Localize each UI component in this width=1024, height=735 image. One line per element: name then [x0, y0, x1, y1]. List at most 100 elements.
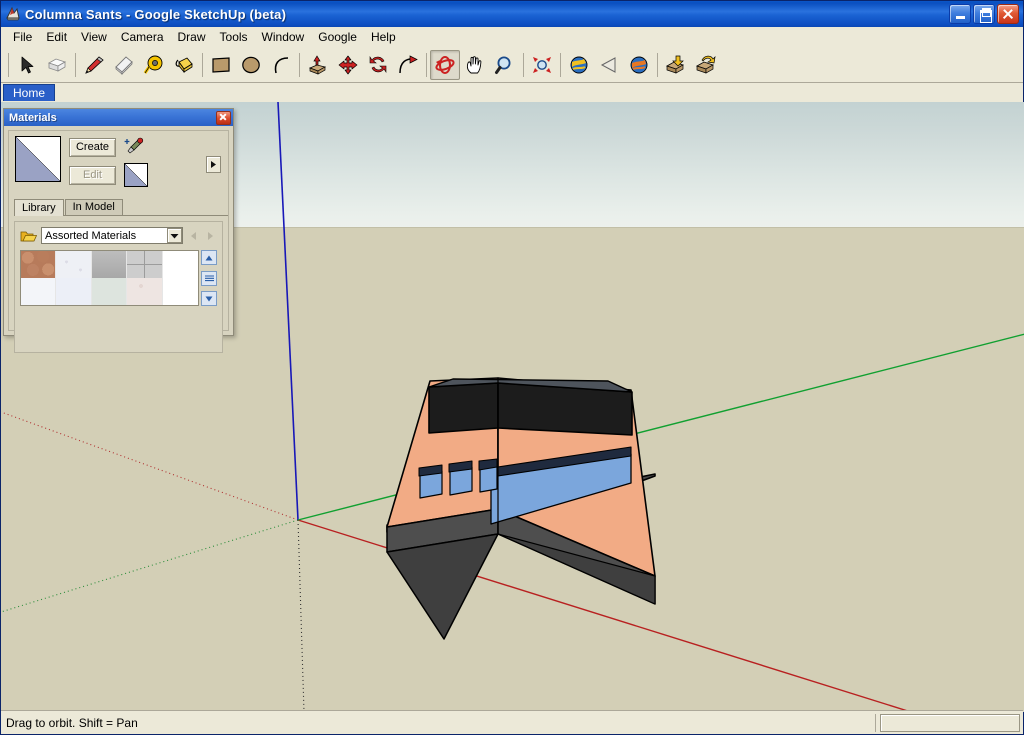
menu-window[interactable]: Window: [255, 28, 312, 46]
menu-camera[interactable]: Camera: [114, 28, 171, 46]
previous-view-tool[interactable]: [564, 50, 594, 80]
eyedropper-icon[interactable]: [124, 136, 144, 159]
orbit-tool[interactable]: [430, 50, 460, 80]
library-scrollbar[interactable]: [201, 250, 217, 306]
tapered-building-model[interactable]: [387, 378, 655, 639]
material-swatch-concrete-gray[interactable]: [92, 251, 127, 278]
material-swatch-pale-pink-stucco[interactable]: [127, 278, 162, 305]
rectangle-icon: [209, 54, 233, 76]
material-swatch-empty-slot[interactable]: [163, 251, 198, 278]
minimize-button[interactable]: [949, 4, 971, 24]
edit-material-button[interactable]: Edit: [69, 166, 116, 185]
scroll-up-arrow[interactable]: [201, 250, 217, 265]
restore-button[interactable]: [973, 4, 995, 24]
magnifier-icon: [493, 54, 517, 76]
get-models-tool[interactable]: [661, 50, 691, 80]
green-axis-negative: [1, 520, 298, 612]
menu-file[interactable]: File: [6, 28, 39, 46]
field-of-view-tool[interactable]: [594, 50, 624, 80]
arc-tool[interactable]: [266, 50, 296, 80]
follow-me-tool[interactable]: [393, 50, 423, 80]
rectangle-tool[interactable]: [206, 50, 236, 80]
material-swatch-grid[interactable]: [20, 250, 199, 306]
toolbar-separator: [202, 53, 203, 77]
rotate-tool[interactable]: [363, 50, 393, 80]
material-swatch-empty-slot-2[interactable]: [163, 278, 198, 305]
library-browser: Assorted Materials: [14, 221, 223, 353]
status-bar: Drag to orbit. Shift = Pan: [1, 710, 1023, 734]
chevron-down-icon[interactable]: [167, 228, 182, 243]
tab-in-model[interactable]: In Model: [65, 199, 123, 215]
menu-tools[interactable]: Tools: [213, 28, 255, 46]
menu-edit[interactable]: Edit: [39, 28, 74, 46]
toolbar-separator: [560, 53, 561, 77]
close-panel-button[interactable]: [216, 111, 231, 125]
tab-library[interactable]: Library: [14, 199, 64, 216]
main-toolbar: [1, 47, 1023, 83]
move-tool[interactable]: [333, 50, 363, 80]
material-swatch-brick-terracotta[interactable]: [21, 251, 56, 278]
toolbar-separator: [75, 53, 76, 77]
active-material-swatch[interactable]: [15, 136, 61, 182]
tape-measure-icon: [142, 54, 166, 76]
toolbar-separator: [657, 53, 658, 77]
collection-dropdown[interactable]: Assorted Materials: [41, 227, 183, 244]
move-cross-icon: [336, 54, 360, 76]
nav-back-arrow[interactable]: [187, 229, 200, 242]
eraser-tool[interactable]: [109, 50, 139, 80]
status-separator: [875, 714, 876, 732]
menu-google[interactable]: Google: [311, 28, 364, 46]
zoom-extents-tool[interactable]: [527, 50, 557, 80]
share-model-tool[interactable]: [691, 50, 721, 80]
next-view-tool[interactable]: [624, 50, 654, 80]
nav-forward-arrow[interactable]: [204, 229, 217, 242]
globe-orange-icon: [627, 54, 651, 76]
paint-bucket-tool[interactable]: [169, 50, 199, 80]
expand-arrow-icon[interactable]: [206, 156, 221, 173]
swatch-grid-wrap: [20, 250, 217, 306]
component-box-icon: [45, 54, 69, 76]
secondary-material-swatch[interactable]: [124, 163, 148, 187]
base-bottom-left: [387, 534, 498, 639]
scene-tab-home[interactable]: Home: [3, 84, 55, 101]
eraser-icon: [112, 54, 136, 76]
circle-tool[interactable]: [236, 50, 266, 80]
menu-draw[interactable]: Draw: [171, 28, 213, 46]
globe-yellow-icon: [567, 54, 591, 76]
material-swatch-speckled-white[interactable]: [56, 251, 91, 278]
collection-selected-value: Assorted Materials: [45, 230, 167, 242]
create-material-button[interactable]: Create: [69, 138, 116, 157]
zoom-tool[interactable]: [490, 50, 520, 80]
line-tool[interactable]: [79, 50, 109, 80]
materials-top-row: Create Edit: [9, 131, 228, 194]
push-pull-tool[interactable]: [303, 50, 333, 80]
material-swatch-pale-white[interactable]: [21, 278, 56, 305]
materials-tab-strip: Library In Model: [14, 198, 228, 216]
materials-panel-title: Materials: [9, 112, 57, 124]
material-swatch-pale-green-gray[interactable]: [92, 278, 127, 305]
menu-help[interactable]: Help: [364, 28, 403, 46]
materials-panel[interactable]: Materials Create: [3, 108, 234, 336]
scroll-thumb[interactable]: [201, 271, 217, 286]
toolbar-separator: [426, 53, 427, 77]
model-viewport[interactable]: Materials Create: [1, 102, 1024, 712]
menu-view[interactable]: View: [74, 28, 114, 46]
material-swatch-pale-blue-white[interactable]: [56, 278, 91, 305]
arc-icon: [269, 54, 293, 76]
tape-measure-tool[interactable]: [139, 50, 169, 80]
measurements-input[interactable]: [880, 714, 1020, 732]
title-bar: Columna Sants - Google SketchUp (beta): [1, 1, 1023, 27]
collection-selector-row: Assorted Materials: [20, 227, 217, 244]
make-component-tool[interactable]: [42, 50, 72, 80]
pan-tool[interactable]: [460, 50, 490, 80]
sketchup-icon: [5, 6, 21, 22]
select-tool[interactable]: [12, 50, 42, 80]
folder-open-icon[interactable]: [20, 229, 37, 243]
status-message: Drag to orbit. Shift = Pan: [6, 716, 138, 730]
material-swatch-tiled-gray[interactable]: [127, 251, 162, 278]
close-button[interactable]: [997, 4, 1019, 24]
push-pull-icon: [306, 54, 330, 76]
toolbar-separator: [299, 53, 300, 77]
scroll-down-arrow[interactable]: [201, 291, 217, 306]
sketchup-window: Columna Sants - Google SketchUp (beta) F…: [0, 0, 1024, 735]
